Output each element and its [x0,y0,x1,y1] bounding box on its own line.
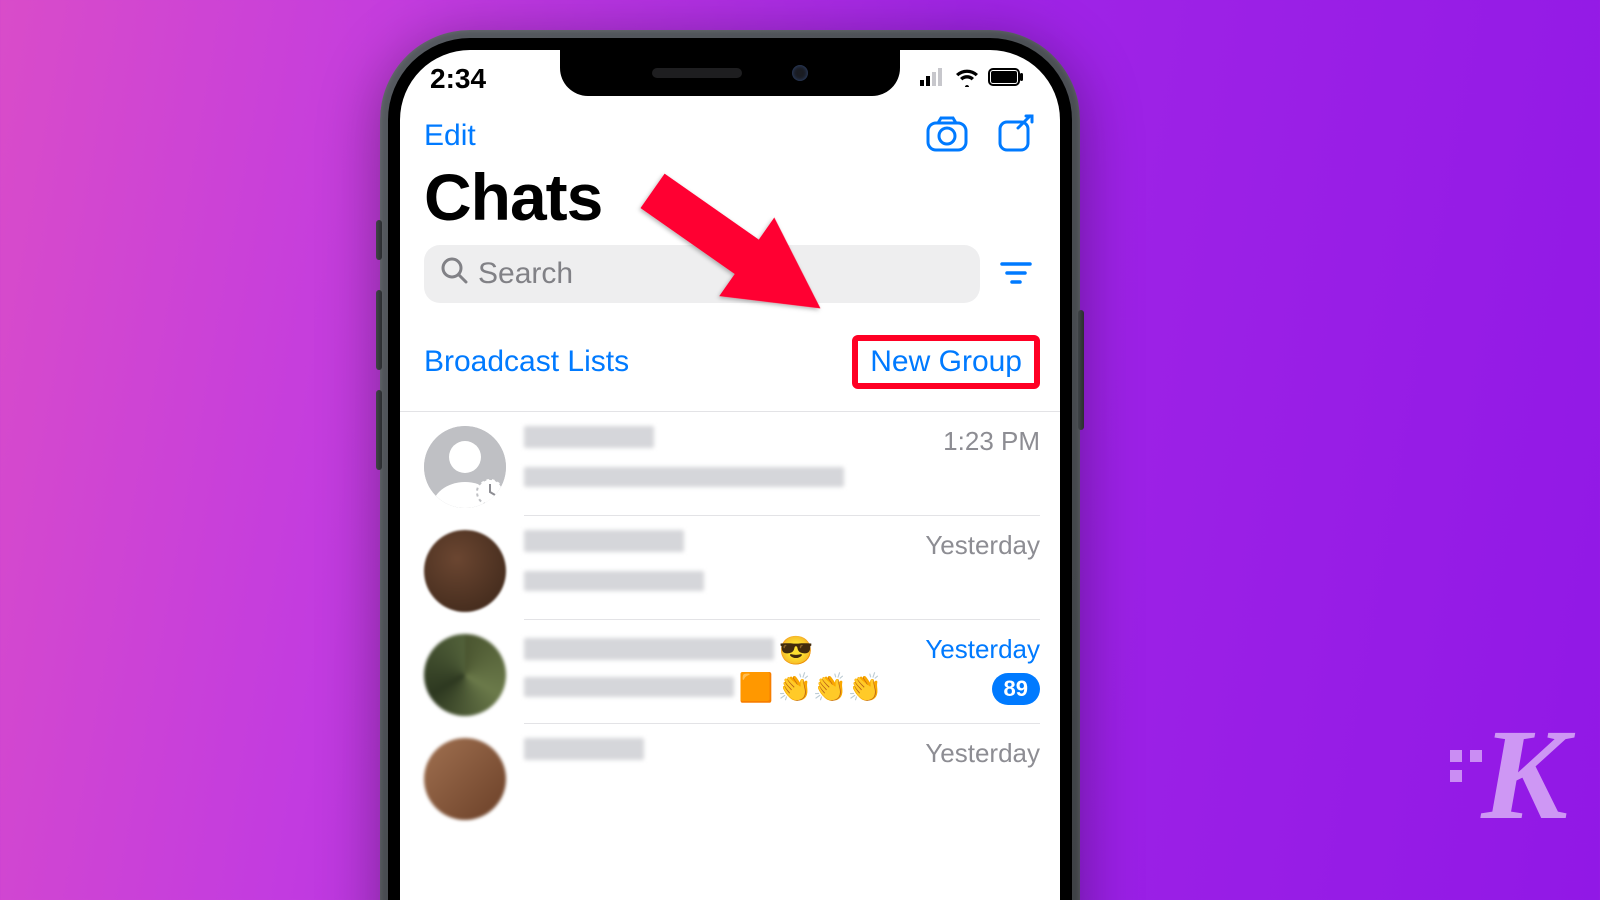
chat-preview-emoji: 👏👏👏 [778,672,883,703]
compose-button[interactable] [996,114,1036,157]
chat-row[interactable]: Yesterday [400,516,1060,620]
avatar [424,634,506,716]
camera-icon [926,140,968,155]
avatar [424,530,506,612]
screen: 2:34 Edit [400,50,1060,900]
chat-row[interactable]: Yesterday [400,724,1060,828]
nav-bar: Edit [400,108,1060,157]
chat-preview-redacted [524,467,844,487]
compose-icon [996,142,1036,157]
search-input[interactable]: Search [424,245,980,303]
chat-preview-redacted [524,571,704,591]
edit-button[interactable]: Edit [424,119,476,153]
chat-row[interactable]: 😎 🟧 👏👏👏 Yesterday 89 [400,620,1060,724]
mute-switch [376,220,382,260]
new-group-button[interactable]: New Group [870,345,1022,379]
chat-timestamp: Yesterday [925,530,1040,561]
watermark-logo: K [1481,700,1560,850]
phone-frame: 2:34 Edit [380,30,1080,900]
filter-icon [1000,273,1032,288]
volume-up-button [376,290,382,370]
annotation-highlight: New Group [852,335,1040,389]
lists-row: Broadcast Lists New Group [400,313,1060,412]
unread-badge: 89 [992,673,1040,705]
avatar [424,738,506,820]
status-time: 2:34 [430,63,486,95]
chat-name-redacted [524,638,774,660]
chat-timestamp: Yesterday [925,738,1040,769]
avatar [424,426,506,508]
cellular-icon [920,68,946,91]
chat-name-redacted [524,530,684,552]
camera-button[interactable] [926,116,968,155]
search-icon [440,256,468,292]
search-placeholder: Search [478,257,573,291]
wifi-icon [954,67,980,92]
chat-name-redacted [524,738,644,760]
volume-down-button [376,390,382,470]
chat-row[interactable]: 1:23 PM [400,412,1060,516]
battery-icon [988,68,1024,91]
status-bar: 2:34 [400,50,1060,108]
chat-timestamp: 1:23 PM [943,426,1040,457]
chat-timestamp: Yesterday [925,634,1040,665]
power-button [1078,310,1084,430]
chat-name-redacted [524,426,654,448]
page-title: Chats [400,157,1060,241]
chat-preview-redacted [524,677,734,697]
broadcast-lists-button[interactable]: Broadcast Lists [424,345,629,379]
filter-button[interactable] [996,257,1036,292]
chat-name-emoji: 😎 [778,635,813,666]
